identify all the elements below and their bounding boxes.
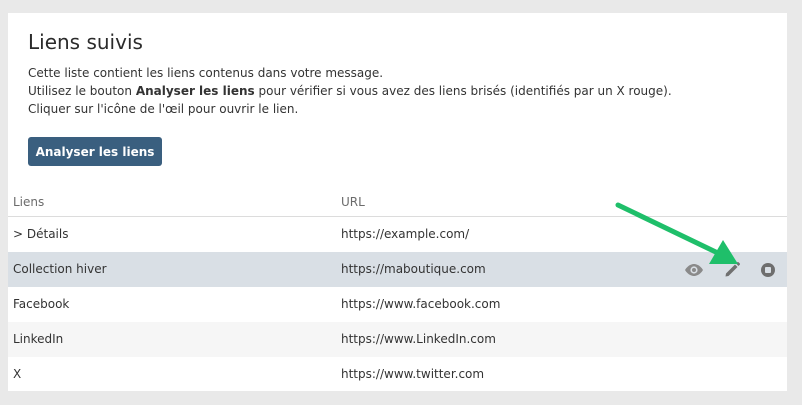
analyze-links-button[interactable]: Analyser les liens [28, 137, 162, 166]
description-line-2-bold: Analyser les liens [135, 84, 255, 98]
table-row-highlighted[interactable]: Collection hiver https://maboutique.com [8, 252, 787, 287]
column-header-url: URL [341, 195, 365, 209]
column-header-links: Liens [13, 195, 45, 209]
links-table: Liens URL > Détails https://example.com/… [8, 190, 787, 392]
description-line-3: Cliquer sur l'icône de l'œil pour ouvrir… [28, 102, 299, 116]
description-line-2-prefix: Utilisez le bouton [28, 84, 136, 98]
table-row[interactable]: > Détails https://example.com/ [8, 217, 787, 252]
link-url: https://www.facebook.com [341, 297, 501, 311]
description-line-2: Utilisez le bouton Analyser les liens po… [28, 82, 672, 100]
link-name: Facebook [13, 297, 70, 311]
description-line-1: Cette liste contient les liens contenus … [28, 66, 384, 80]
link-name: LinkedIn [13, 332, 64, 346]
link-url: https://www.LinkedIn.com [341, 332, 496, 346]
table-row[interactable]: LinkedIn https://www.LinkedIn.com [8, 322, 787, 357]
table-row[interactable]: Facebook https://www.facebook.com [8, 287, 787, 322]
links-panel: Liens suivis Cette liste contient les li… [8, 13, 787, 391]
table-row[interactable]: X https://www.twitter.com [8, 357, 787, 392]
description: Cette liste contient les liens contenus … [28, 64, 672, 118]
description-line-2-suffix: pour vérifier si vous avez des liens bri… [254, 84, 672, 98]
link-name: Collection hiver [13, 262, 107, 276]
eye-icon[interactable] [684, 261, 704, 279]
table-header: Liens URL [8, 190, 787, 217]
link-url: https://www.twitter.com [341, 367, 485, 381]
link-url: https://example.com/ [341, 227, 470, 241]
stop-icon[interactable] [758, 261, 778, 279]
page-title: Liens suivis [28, 30, 143, 54]
link-name: > Détails [13, 227, 69, 241]
link-url: https://maboutique.com [341, 262, 486, 276]
row-actions [680, 252, 780, 287]
pencil-icon[interactable] [722, 261, 742, 279]
link-name: X [13, 367, 22, 381]
